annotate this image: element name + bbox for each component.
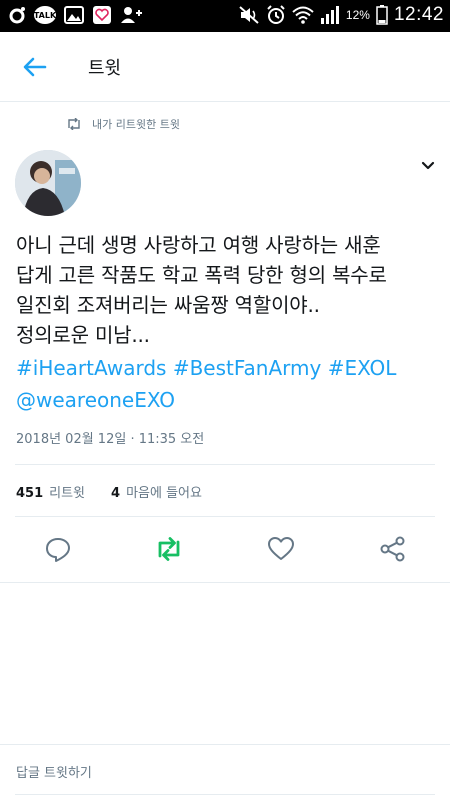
wifi-icon bbox=[292, 6, 314, 24]
tweet-text-line: 정의로운 미남... bbox=[16, 323, 150, 347]
share-icon bbox=[380, 536, 405, 562]
clock: 12:42 bbox=[393, 4, 444, 25]
tweet-menu-button[interactable] bbox=[418, 156, 438, 176]
page-title: 트윗 bbox=[88, 58, 122, 79]
tweet-text-line: 답게 고른 작품도 학교 폭력 당한 형의 복수로 bbox=[16, 263, 387, 287]
retweet-context: 내가 리트윗한 트윗 bbox=[66, 116, 180, 132]
tweet-text-line: 아니 근데 생명 사랑하고 여행 사랑하는 새훈 bbox=[16, 233, 381, 257]
status-bar: TALK 12% 12:42 bbox=[0, 0, 450, 32]
app-header: 트윗 bbox=[0, 32, 450, 102]
app-notification-icon bbox=[8, 6, 26, 24]
heart-notification-icon bbox=[92, 5, 112, 25]
reply-button[interactable] bbox=[43, 534, 73, 564]
tweet-timestamp: 2018년 02월 12일 · 11:35 오전 bbox=[16, 432, 205, 447]
retweet-icon bbox=[158, 537, 180, 561]
retweet-context-label: 내가 리트윗한 트윗 bbox=[92, 118, 180, 131]
tweet-actions bbox=[0, 534, 450, 570]
alarm-icon bbox=[266, 5, 286, 25]
avatar[interactable] bbox=[15, 150, 81, 216]
reply-input[interactable]: 답글 트윗하기 bbox=[16, 762, 92, 781]
gallery-notification-icon bbox=[64, 6, 84, 24]
heart-icon bbox=[268, 537, 294, 560]
tweet-stats: 451 리트윗 4 마음에 들어요 bbox=[16, 482, 202, 501]
divider bbox=[15, 516, 435, 517]
reply-icon bbox=[46, 538, 70, 562]
back-arrow-icon bbox=[23, 57, 47, 77]
system-indicators: 12% 12:42 bbox=[238, 4, 444, 26]
battery-icon bbox=[376, 5, 388, 25]
tweet-entities: #iHeartAwards #BestFanArmy #EXOL @weareo… bbox=[16, 352, 441, 416]
chevron-down-icon bbox=[421, 161, 435, 170]
tweet-text-line: 일진회 조져버리는 싸움짱 역할이야.. bbox=[16, 293, 320, 317]
share-button[interactable] bbox=[378, 534, 408, 564]
reply-input-underline bbox=[15, 794, 435, 795]
mute-icon bbox=[238, 5, 260, 25]
hashtag-link[interactable]: #EXOL bbox=[328, 356, 397, 380]
retweet-button[interactable] bbox=[154, 534, 184, 564]
retweet-count[interactable]: 451 bbox=[16, 486, 43, 501]
battery-percent: 12% bbox=[345, 8, 370, 22]
add-user-notification-icon bbox=[120, 6, 142, 24]
like-count[interactable]: 4 bbox=[111, 486, 120, 501]
mention-link[interactable]: @weareoneEXO bbox=[16, 388, 175, 412]
hashtag-link[interactable]: #BestFanArmy bbox=[173, 356, 322, 380]
retweet-count-label[interactable]: 리트윗 bbox=[49, 482, 85, 501]
like-count-label[interactable]: 마음에 들어요 bbox=[126, 482, 202, 501]
like-button[interactable] bbox=[266, 534, 296, 564]
retweet-small-icon bbox=[68, 118, 80, 130]
tweet-body: 아니 근데 생명 사랑하고 여행 사랑하는 새훈 답게 고른 작품도 학교 폭력… bbox=[16, 230, 436, 350]
divider bbox=[15, 464, 435, 465]
notification-icons: TALK bbox=[8, 5, 142, 25]
divider bbox=[0, 744, 450, 745]
signal-icon bbox=[320, 6, 340, 24]
hashtag-link[interactable]: #iHeartAwards bbox=[16, 356, 166, 380]
back-button[interactable] bbox=[20, 52, 50, 82]
profile-photo bbox=[15, 150, 81, 216]
divider bbox=[0, 582, 450, 583]
talk-notification-icon: TALK bbox=[34, 6, 56, 24]
